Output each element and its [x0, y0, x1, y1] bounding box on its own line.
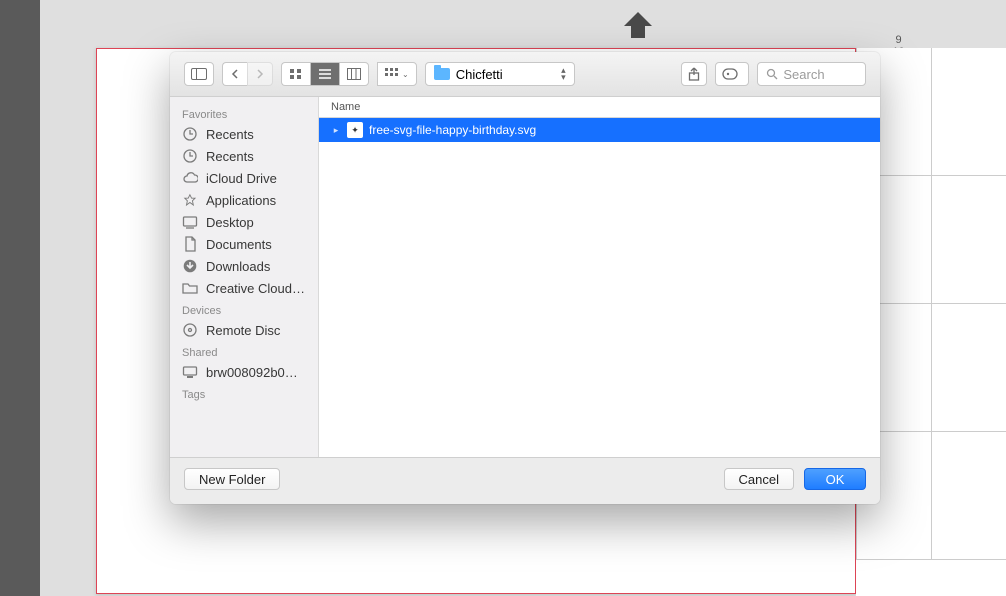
sidebar-item[interactable]: brw008092b0… — [170, 361, 318, 383]
dialog-footer: New Folder Cancel OK — [170, 457, 880, 504]
app-left-gutter — [0, 0, 40, 596]
folder-icon — [182, 280, 198, 296]
sidebar-item-label: Documents — [206, 237, 272, 252]
search-icon — [766, 68, 778, 80]
sidebar-section-header: Tags — [170, 383, 318, 403]
file-row[interactable]: ▸ ✦ free-svg-file-happy-birthday.svg — [319, 118, 880, 142]
group-by-button[interactable]: ⌄ — [377, 62, 417, 86]
file-name: free-svg-file-happy-birthday.svg — [369, 123, 536, 137]
sidebar-section-header: Favorites — [170, 103, 318, 123]
cloud-icon — [182, 170, 198, 186]
sidebar-item-label: iCloud Drive — [206, 171, 277, 186]
sidebar-item-label: Creative Cloud… — [206, 281, 305, 296]
sidebar-item[interactable]: Remote Disc — [170, 319, 318, 341]
sidebar-item-label: brw008092b0… — [206, 365, 298, 380]
search-placeholder: Search — [783, 67, 824, 82]
sidebar-section-header: Devices — [170, 299, 318, 319]
sidebar-item-label: Applications — [206, 193, 276, 208]
file-pane: Name ▸ ✦ free-svg-file-happy-birthday.svg — [319, 97, 880, 457]
ruler-tick: 9 — [856, 34, 941, 46]
sidebar-item[interactable]: Recents — [170, 145, 318, 167]
sidebar-section-header: Shared — [170, 341, 318, 361]
view-list-button[interactable] — [310, 62, 339, 86]
sidebar-item[interactable]: Desktop — [170, 211, 318, 233]
computer-icon — [182, 364, 198, 380]
sidebar-item-label: Recents — [206, 149, 254, 164]
file-list[interactable]: ▸ ✦ free-svg-file-happy-birthday.svg — [319, 118, 880, 142]
share-button[interactable] — [681, 62, 707, 86]
view-columns-button[interactable] — [339, 62, 369, 86]
sidebar-item[interactable]: Downloads — [170, 255, 318, 277]
nav-back-forward — [222, 62, 273, 86]
clock-icon — [182, 126, 198, 142]
desktop-icon — [182, 214, 198, 230]
clock-icon — [182, 148, 198, 164]
sidebar-item[interactable]: Recents — [170, 123, 318, 145]
apps-icon — [182, 192, 198, 208]
view-icons-button[interactable] — [281, 62, 310, 86]
disc-icon — [182, 322, 198, 338]
sidebar-item[interactable]: Documents — [170, 233, 318, 255]
sidebar-item[interactable]: Applications — [170, 189, 318, 211]
sidebar-item-label: Downloads — [206, 259, 270, 274]
chevron-updown-icon: ▴▾ — [561, 67, 566, 81]
sidebar-item[interactable]: iCloud Drive — [170, 167, 318, 189]
open-file-dialog: ⌄ Chicfetti ▴▾ Search Favorites Recents Re… — [170, 52, 880, 504]
doc-icon — [182, 236, 198, 252]
sidebar: Favorites Recents Recents iCloud Drive Appli… — [170, 97, 319, 457]
sidebar-item-label: Recents — [206, 127, 254, 142]
column-header-name[interactable]: Name — [319, 97, 880, 118]
path-label: Chicfetti — [456, 67, 503, 82]
group-by-segment: ⌄ — [377, 62, 417, 86]
arrow-up-icon — [618, 10, 658, 40]
sidebar-item-label: Remote Disc — [206, 323, 280, 338]
folder-icon — [434, 68, 450, 80]
new-folder-button[interactable]: New Folder — [184, 468, 280, 490]
cancel-button[interactable]: Cancel — [724, 468, 794, 490]
view-mode-segment — [281, 62, 369, 86]
path-popup[interactable]: Chicfetti ▴▾ — [425, 62, 575, 86]
disclosure-triangle-icon[interactable]: ▸ — [331, 125, 341, 136]
dialog-toolbar: ⌄ Chicfetti ▴▾ Search — [170, 52, 880, 97]
forward-button[interactable] — [247, 62, 273, 86]
sidebar-item[interactable]: Creative Cloud… — [170, 277, 318, 299]
back-button[interactable] — [222, 62, 247, 86]
search-field[interactable]: Search — [757, 62, 866, 86]
ok-button[interactable]: OK — [804, 468, 866, 490]
sidebar-toggle-button[interactable] — [184, 62, 214, 86]
file-icon: ✦ — [347, 122, 363, 138]
tags-button[interactable] — [715, 62, 749, 86]
down-icon — [182, 258, 198, 274]
sidebar-item-label: Desktop — [206, 215, 254, 230]
